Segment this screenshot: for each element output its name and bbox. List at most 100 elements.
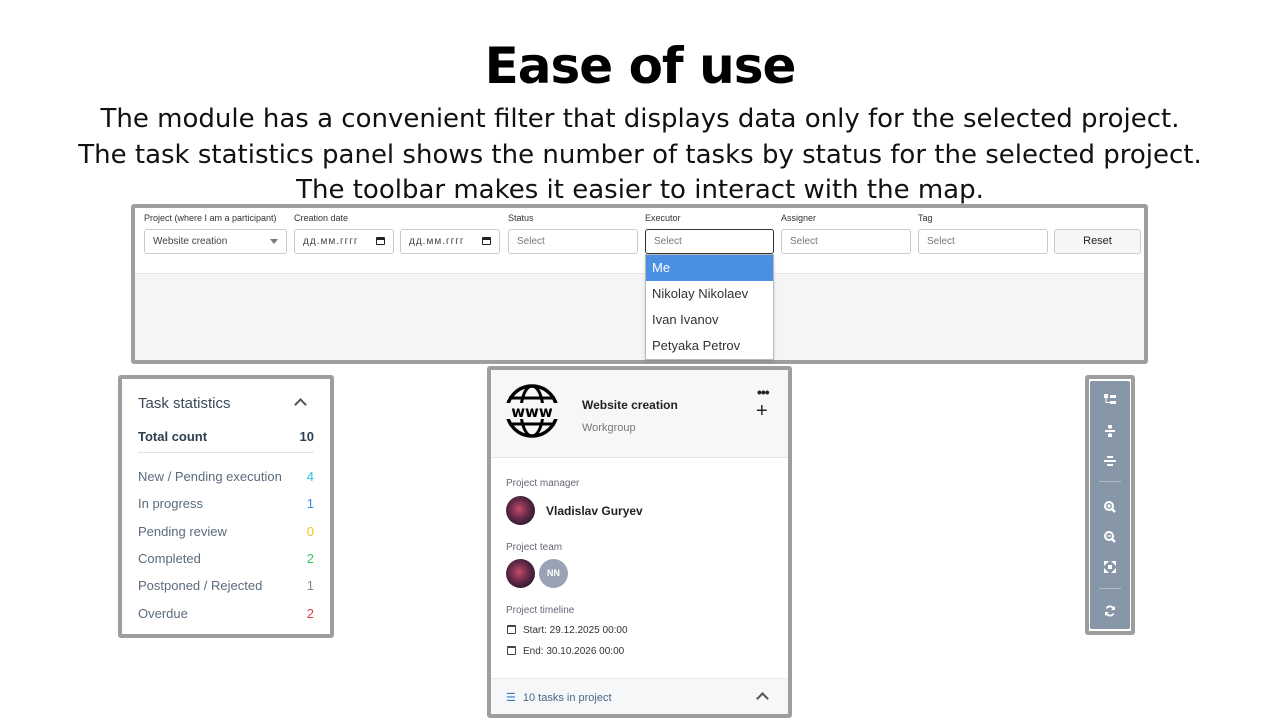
executor-option[interactable]: Me xyxy=(646,255,773,281)
filter-panel: Project (where I am a participant) Websi… xyxy=(131,204,1148,364)
description-line-2: The task statistics panel shows the numb… xyxy=(78,140,1202,170)
stat-label: In progress xyxy=(138,496,204,511)
executor-option[interactable]: Ivan Ivanov xyxy=(646,307,773,333)
stat-value: 1 xyxy=(306,578,314,593)
avatar[interactable] xyxy=(506,496,535,525)
calendar-check-icon xyxy=(507,646,516,655)
executor-label: Executor xyxy=(645,213,681,223)
stat-label: Overdue xyxy=(138,606,188,621)
calendar-icon[interactable] xyxy=(376,237,385,245)
executor-option[interactable]: Nikolay Nikolaev xyxy=(646,281,773,307)
stats-total-value: 10 xyxy=(299,429,314,444)
filter-bar: Project (where I am a participant) Websi… xyxy=(135,208,1144,274)
stat-row[interactable]: New / Pending execution 4 xyxy=(138,469,314,484)
date-from-value: дд.мм.гггг xyxy=(303,236,359,247)
stat-value: 2 xyxy=(306,606,314,621)
refresh-icon xyxy=(1105,605,1115,617)
executor-dropdown: Me Nikolay Nikolaev Ivan Ivanov Petyaka … xyxy=(645,254,774,360)
reset-button[interactable]: Reset xyxy=(1054,229,1141,254)
toolbar-divider xyxy=(1099,588,1121,589)
fit-screen-button[interactable] xyxy=(1090,555,1130,579)
task-list-icon: ☰ xyxy=(506,692,516,704)
creation-date-label: Creation date xyxy=(294,213,349,223)
project-filter-label: Project (where I am a participant) xyxy=(144,213,277,223)
timeline-start: Start: 29.12.2025 00:00 xyxy=(507,625,628,636)
svg-text:www: www xyxy=(511,403,553,421)
divider xyxy=(138,452,314,453)
timeline-end: End: 30.10.2026 00:00 xyxy=(507,646,624,657)
project-manager-label: Project manager xyxy=(506,478,580,489)
zoom-out-button[interactable] xyxy=(1090,525,1130,549)
stat-label: New / Pending execution xyxy=(138,469,282,484)
stat-value: 4 xyxy=(306,469,314,484)
project-card-header: www Website creation Workgroup ••• + xyxy=(491,370,788,458)
project-team-label: Project team xyxy=(506,542,563,553)
hierarchy-button[interactable] xyxy=(1090,388,1130,412)
project-name[interactable]: Website creation xyxy=(582,398,678,412)
description-line-1: The module has a convenient filter that … xyxy=(100,104,1180,134)
tasks-in-project[interactable]: ☰ 10 tasks in project xyxy=(506,691,612,704)
project-card: www Website creation Workgroup ••• + Pro… xyxy=(487,366,792,718)
fit-screen-icon xyxy=(1104,561,1116,573)
project-select-value: Website creation xyxy=(153,236,228,247)
globe-icon: www xyxy=(505,384,559,438)
refresh-button[interactable] xyxy=(1090,599,1130,623)
stat-value: 1 xyxy=(306,496,314,511)
timeline-end-text: End: 30.10.2026 00:00 xyxy=(523,646,625,657)
map-toolbar xyxy=(1085,375,1135,635)
map-toolbar-strip xyxy=(1090,381,1130,629)
task-statistics-panel: Task statistics Total count 10 New / Pen… xyxy=(118,375,334,638)
avatar[interactable] xyxy=(506,559,535,588)
tag-select[interactable]: Select xyxy=(918,229,1048,254)
zoom-in-icon xyxy=(1104,501,1116,513)
date-to-input[interactable]: дд.мм.гггг xyxy=(400,229,500,254)
executor-option[interactable]: Petyaka Petrov xyxy=(646,333,773,359)
assigner-label: Assigner xyxy=(781,213,817,223)
chevron-up-icon[interactable] xyxy=(294,398,307,411)
collapse-button[interactable] xyxy=(1090,419,1130,443)
project-type: Workgroup xyxy=(582,422,636,434)
zoom-in-button[interactable] xyxy=(1090,495,1130,519)
calendar-icon xyxy=(507,625,516,634)
stat-label: Postponed / Rejected xyxy=(138,578,263,593)
zoom-out-icon xyxy=(1104,531,1116,543)
center-icon xyxy=(1104,456,1116,466)
project-timeline-label: Project timeline xyxy=(506,605,575,616)
description-line-3: The toolbar makes it easier to interact … xyxy=(296,175,984,205)
executor-select[interactable]: Select xyxy=(645,229,774,254)
collapse-icon xyxy=(1105,425,1115,437)
date-from-input[interactable]: дд.мм.гггг xyxy=(294,229,394,254)
calendar-icon[interactable] xyxy=(482,237,491,245)
toolbar-divider xyxy=(1099,481,1121,482)
hierarchy-icon xyxy=(1104,394,1116,404)
stat-value: 0 xyxy=(306,524,314,539)
tag-label: Tag xyxy=(918,213,933,223)
tasks-in-project-text: 10 tasks in project xyxy=(522,692,612,704)
date-to-value: дд.мм.гггг xyxy=(409,236,465,247)
stat-value: 2 xyxy=(306,551,314,566)
caret-down-icon xyxy=(270,239,278,244)
stats-title: Task statistics xyxy=(138,395,231,412)
center-button[interactable] xyxy=(1090,449,1130,473)
stat-row[interactable]: Completed 2 xyxy=(138,551,314,566)
more-options-icon[interactable]: ••• xyxy=(757,384,770,400)
project-card-footer[interactable]: ☰ 10 tasks in project xyxy=(491,678,788,714)
page-title: Ease of use xyxy=(484,37,797,95)
stat-row[interactable]: Overdue 2 xyxy=(138,606,314,621)
timeline-start-text: Start: 29.12.2025 00:00 xyxy=(523,625,628,636)
project-select[interactable]: Website creation xyxy=(144,229,287,254)
assigner-select[interactable]: Select xyxy=(781,229,911,254)
stats-total-row: Total count 10 xyxy=(138,429,314,444)
stat-label: Completed xyxy=(138,551,201,566)
project-manager-name[interactable]: Vladislav Guryev xyxy=(546,504,643,518)
stat-row[interactable]: In progress 1 xyxy=(138,496,314,511)
stat-row[interactable]: Postponed / Rejected 1 xyxy=(138,578,314,593)
status-select[interactable]: Select xyxy=(508,229,638,254)
stat-row[interactable]: Pending review 0 xyxy=(138,524,314,539)
status-label: Status xyxy=(508,213,534,223)
stats-total-label: Total count xyxy=(138,429,208,444)
avatar[interactable]: NN xyxy=(539,559,568,588)
stat-label: Pending review xyxy=(138,524,227,539)
chevron-up-icon[interactable] xyxy=(756,692,769,705)
add-icon[interactable]: + xyxy=(756,401,768,421)
